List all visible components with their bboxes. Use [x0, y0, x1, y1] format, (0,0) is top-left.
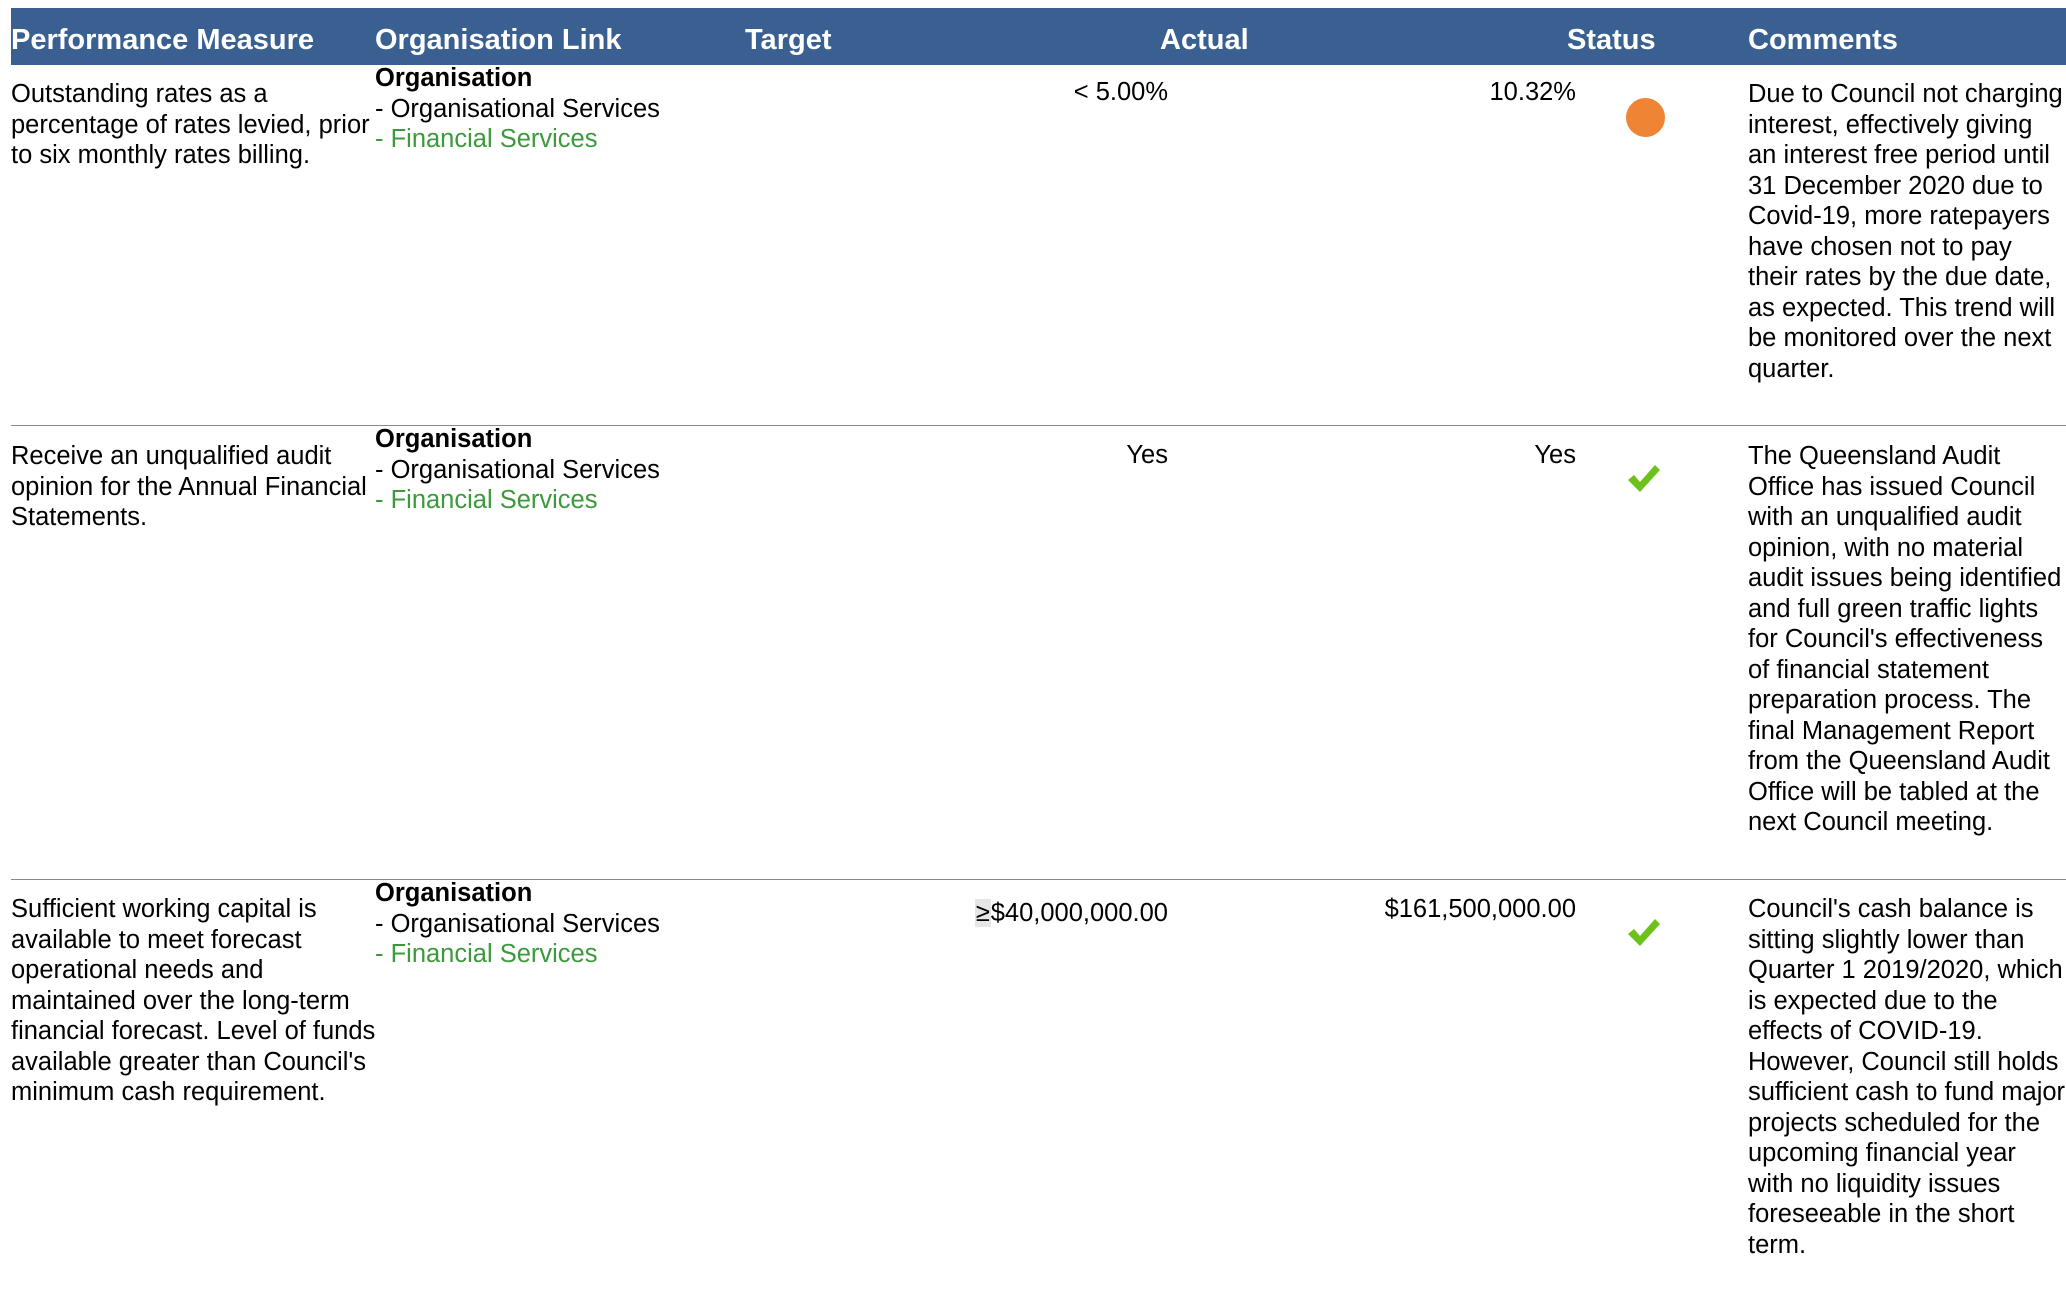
header-target: Target — [745, 24, 832, 56]
status-cell — [1626, 98, 1686, 137]
org-title: Organisation — [375, 425, 533, 453]
header-status: Status — [1567, 24, 1656, 56]
target-value: $40,000,000.00 — [990, 899, 1168, 927]
org-line-organisational-services: - Organisational Services — [375, 94, 660, 123]
table-row: Outstanding rates as a percentage of rat… — [11, 63, 2066, 426]
performance-measure-cell: Sufficient working capital is available … — [11, 895, 376, 1106]
performance-measure-cell: Outstanding rates as a percentage of rat… — [11, 80, 370, 169]
actual-cell: Yes — [1534, 441, 1576, 469]
status-cell — [1626, 916, 1686, 950]
organisation-link-cell: Organisation - Organisational Services -… — [375, 424, 735, 516]
green-check-icon — [1628, 919, 1660, 946]
org-title: Organisation — [375, 64, 533, 92]
orange-circle-icon — [1626, 98, 1665, 137]
actual-cell: 10.32% — [1489, 78, 1577, 106]
org-line-financial-services: - Financial Services — [375, 940, 598, 968]
header-comments: Comments — [1748, 24, 1898, 56]
green-check-icon — [1628, 465, 1660, 492]
header-performance-measure: Performance Measure — [11, 24, 315, 56]
target-cell: ≥$40,000,000.00 — [771, 898, 1168, 929]
target-cell: < 5.00% — [1073, 78, 1168, 106]
comments-cell: The Queensland Audit Office has issued C… — [1748, 442, 2062, 836]
comments-cell: Council's cash balance is sitting slight… — [1748, 895, 2066, 1259]
target-cell: Yes — [1126, 441, 1168, 469]
status-cell — [1626, 462, 1686, 496]
table-row: Sufficient working capital is available … — [11, 878, 2066, 1310]
org-line-organisational-services: - Organisational Services — [375, 909, 660, 938]
actual-cell: $161,500,000.00 — [1384, 895, 1576, 923]
org-line-organisational-services: - Organisational Services — [375, 455, 660, 484]
table-row: Receive an unqualified audit opinion for… — [11, 424, 2066, 880]
performance-measure-cell: Receive an unqualified audit opinion for… — [11, 442, 367, 531]
table-header: Performance Measure Organisation Link Ta… — [11, 8, 2066, 65]
comments-cell: Due to Council not charging interest, ef… — [1748, 80, 2063, 383]
performance-table: Performance Measure Organisation Link Ta… — [11, 8, 2066, 1310]
greater-or-equal-symbol: ≥ — [974, 899, 991, 927]
org-line-financial-services: - Financial Services — [375, 125, 598, 153]
org-title: Organisation — [375, 879, 533, 907]
organisation-link-cell: Organisation - Organisational Services -… — [375, 878, 735, 970]
header-actual: Actual — [1160, 24, 1249, 56]
org-line-financial-services: - Financial Services — [375, 486, 598, 514]
organisation-link-cell: Organisation - Organisational Services -… — [375, 63, 735, 155]
